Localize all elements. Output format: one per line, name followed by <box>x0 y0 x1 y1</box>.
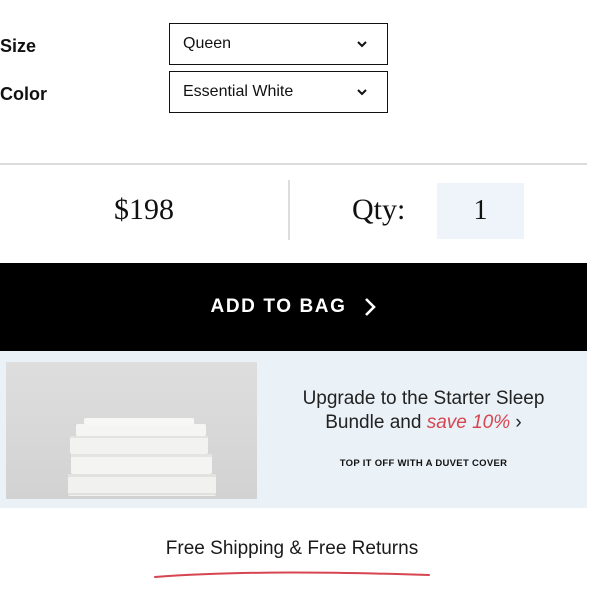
bundle-promo-banner[interactable]: Upgrade to the Starter Sleep Bundle and … <box>0 351 587 508</box>
size-label: Size <box>0 36 37 56</box>
chevron-right-icon: › <box>515 412 522 433</box>
size-select-value: Queen <box>183 35 232 52</box>
price-qty-divider <box>288 180 290 240</box>
chevron-down-icon <box>357 89 367 96</box>
section-divider <box>0 163 587 165</box>
add-to-bag-button[interactable]: ADD TO BAG <box>0 263 587 351</box>
color-label: Color <box>0 84 47 104</box>
chevron-down-icon <box>357 41 367 48</box>
color-select[interactable]: Essential White <box>169 71 388 113</box>
qty-label: Qty: <box>352 193 406 226</box>
qty-input[interactable] <box>437 183 524 239</box>
promo-line-2: Bundle and save 10% › <box>268 411 579 435</box>
promo-save-highlight: save 10% <box>426 412 511 433</box>
promo-line-2-prefix: Bundle and <box>325 412 422 433</box>
promo-headline: Upgrade to the Starter Sleep Bundle and … <box>268 387 579 435</box>
sheet-stack-image <box>6 362 257 499</box>
free-shipping-text: Free Shipping & Free Returns <box>165 538 419 559</box>
color-select-value: Essential White <box>183 83 294 100</box>
chevron-right-icon <box>365 298 377 316</box>
promo-line-1: Upgrade to the Starter Sleep <box>302 388 545 409</box>
promo-subtext: TOP IT OFF WITH A DUVET COVER <box>339 458 508 469</box>
red-underline-decoration <box>154 571 430 578</box>
add-to-bag-label: ADD TO BAG <box>210 296 347 317</box>
price: $198 <box>114 193 174 226</box>
size-select[interactable]: Queen <box>169 23 388 65</box>
